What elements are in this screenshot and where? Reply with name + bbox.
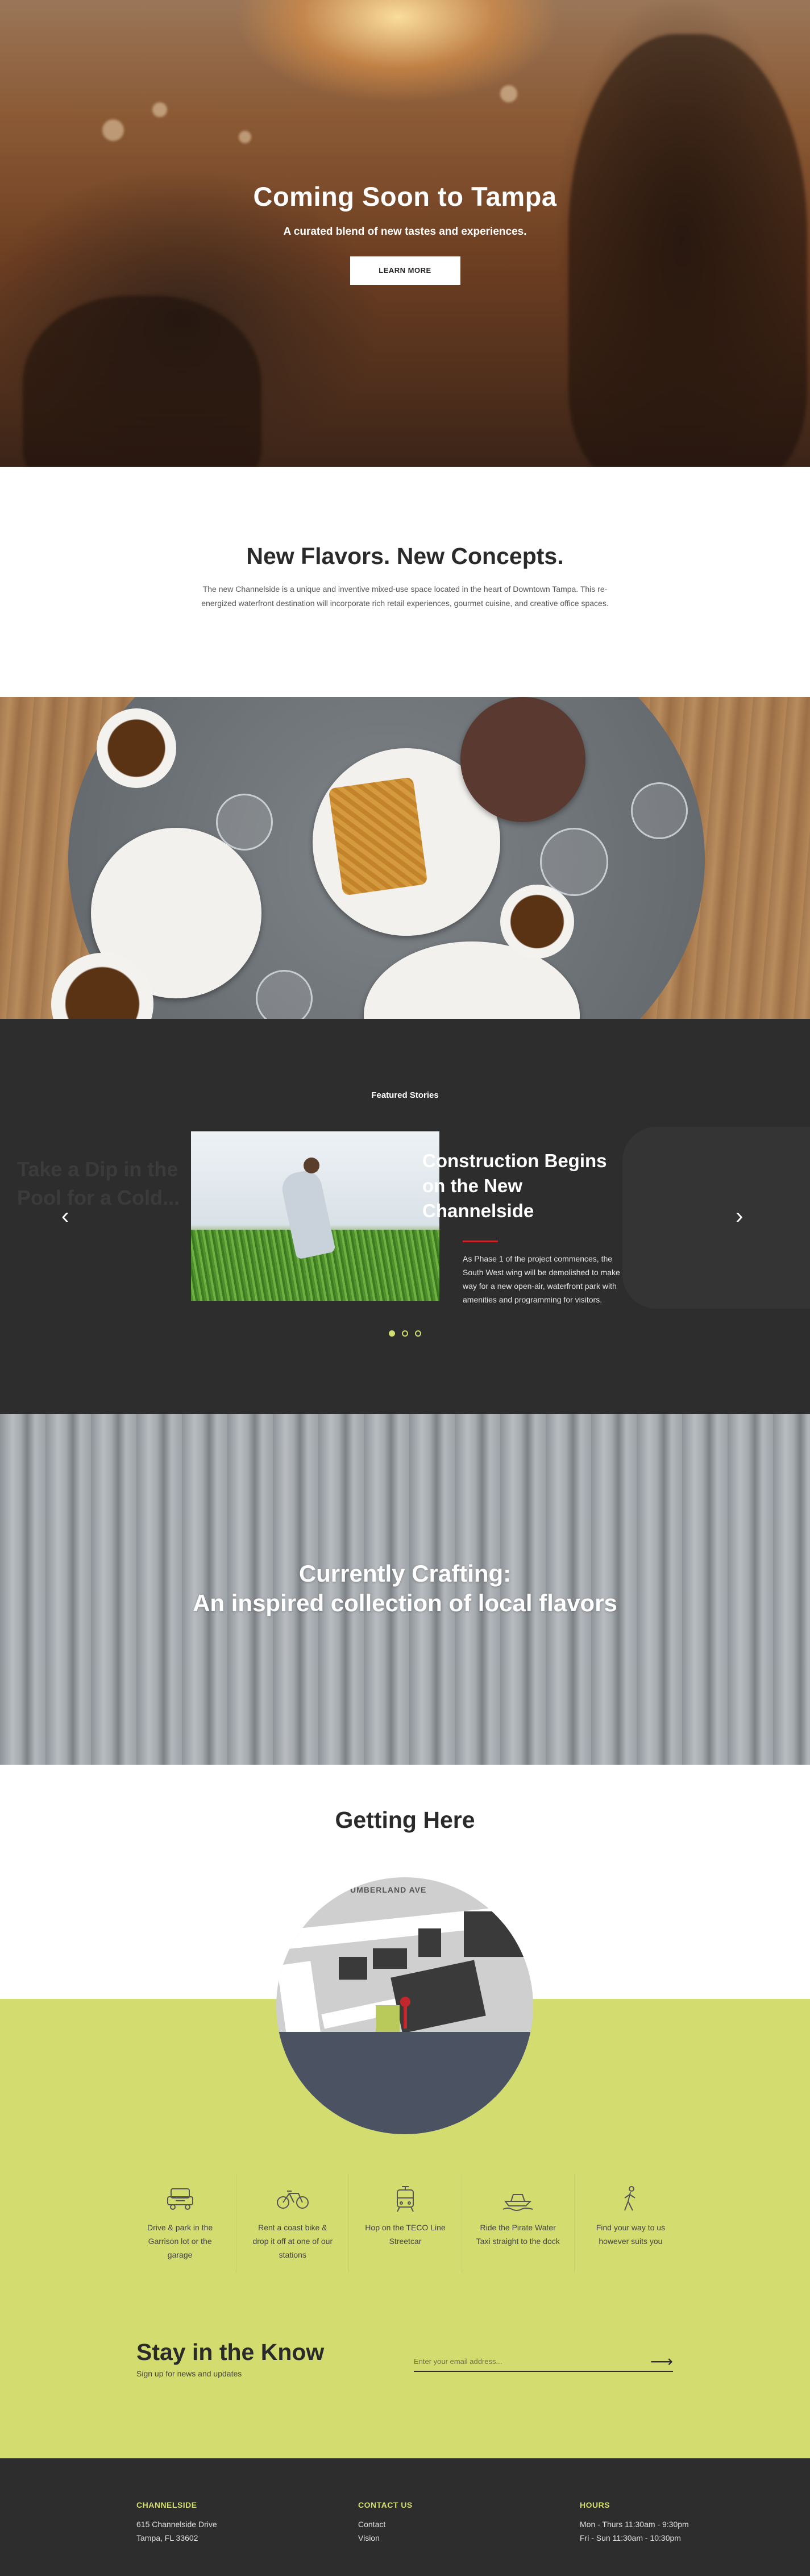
map-building	[418, 1928, 441, 1957]
glass-illustration	[216, 794, 273, 851]
getting-here-section: Getting Here UMBERLAND AVE CHANNELSIDE D…	[0, 1765, 810, 2458]
footer-hours-column: HOURS Mon - Thurs 11:30am - 9:30pm Fri -…	[580, 2500, 689, 2545]
footer-heading: CONTACT US	[358, 2500, 413, 2509]
bike-icon	[241, 2185, 344, 2213]
transport-item-streetcar: Hop on the TECO Line Streetcar	[348, 2174, 461, 2273]
waffle-illustration	[328, 777, 428, 896]
hero-crowd-silhouette	[23, 296, 261, 467]
transport-text: Hop on the TECO Line Streetcar	[365, 2223, 446, 2246]
transport-text: Find your way to us however suits you	[596, 2223, 666, 2246]
glass-illustration	[631, 782, 688, 839]
intro-title: New Flavors. New Concepts.	[246, 543, 564, 569]
hero-content: Coming Soon to Tampa A curated blend of …	[0, 181, 810, 285]
footer-hours-line: Mon - Thurs 11:30am - 9:30pm	[580, 2520, 689, 2529]
footer-hours-line: Fri - Sun 11:30am - 10:30pm	[580, 2533, 681, 2542]
footer-contact-column: CONTACT US Contact Vision	[358, 2500, 413, 2545]
transport-text: Drive & park in the Garrison lot or the …	[147, 2223, 213, 2259]
hero-bokeh	[239, 131, 251, 143]
intro-text: The new Channelside is a unique and inve…	[201, 584, 609, 608]
cup-illustration	[97, 708, 176, 788]
transport-item-car: Drive & park in the Garrison lot or the …	[124, 2174, 236, 2273]
transport-item-walk: Find your way to us however suits you	[574, 2174, 687, 2273]
location-map[interactable]: UMBERLAND AVE CHANNELSIDE DR	[276, 1877, 533, 2134]
footer-address-column: CHANNELSIDE 615 Channelside Drive Tampa,…	[136, 2500, 217, 2545]
featured-stories-section: Featured Stories Take a Dip in the Pool …	[0, 1019, 810, 1414]
chevron-right-icon[interactable]: ›	[736, 1202, 743, 1230]
plate-illustration	[460, 697, 585, 822]
footer-link-contact[interactable]: Contact	[358, 2517, 413, 2531]
email-field-wrapper: ⟶	[414, 2354, 673, 2372]
slider-dot[interactable]	[402, 1330, 408, 1337]
hero-title: Coming Soon to Tampa	[253, 181, 557, 211]
map-building	[464, 1911, 526, 1957]
story-divider	[463, 1241, 498, 1242]
water-taxi-icon	[467, 2185, 570, 2213]
newsletter: Stay in the Know Sign up for news and up…	[136, 2339, 676, 2384]
learn-more-button[interactable]: LEARN MORE	[350, 256, 460, 285]
cup-illustration	[500, 885, 574, 959]
transport-item-water-taxi: Ride the Pirate Water Taxi straight to t…	[461, 2174, 574, 2273]
map-building	[373, 1948, 407, 1969]
footer-address-line: 615 Channelside Drive	[136, 2520, 217, 2529]
map-street-label: UMBERLAND AVE	[350, 1885, 427, 1894]
slider-dot[interactable]	[415, 1330, 422, 1337]
footer-heading: CHANNELSIDE	[136, 2500, 197, 2509]
footer-link-vision[interactable]: Vision	[358, 2531, 413, 2545]
footer-address-line: Tampa, FL 33602	[136, 2533, 198, 2542]
hero-bokeh	[152, 102, 167, 117]
walking-icon	[579, 2185, 682, 2213]
footer: CHANNELSIDE 615 Channelside Drive Tampa,…	[0, 2458, 810, 2576]
hero-subtitle: A curated blend of new tastes and experi…	[283, 226, 527, 238]
featured-stories-heading: Featured Stories	[371, 1090, 439, 1100]
streetcar-icon	[354, 2185, 456, 2213]
currently-crafting-section: Currently Crafting: An inspired collecti…	[0, 1414, 810, 1765]
footer-heading: HOURS	[580, 2500, 610, 2509]
transport-item-bike: Rent a coast bike & drop it off at one o…	[236, 2174, 348, 2273]
map-park	[376, 2005, 400, 2032]
previous-story-title: Take a Dip in the Pool for a Cold...	[17, 1158, 180, 1209]
hero-bokeh	[500, 85, 517, 102]
intro-section: New Flavors. New Concepts. The new Chann…	[0, 467, 810, 697]
story-image[interactable]	[191, 1131, 439, 1301]
arrow-right-icon[interactable]: ⟶	[650, 2354, 673, 2370]
slider-dots	[0, 1329, 810, 1339]
transport-text: Ride the Pirate Water Taxi straight to t…	[476, 2223, 560, 2246]
map-water	[276, 2032, 533, 2134]
next-story-preview	[622, 1127, 810, 1309]
glass-illustration	[540, 828, 608, 896]
getting-here-title: Getting Here	[335, 1807, 475, 1833]
transport-options: Drive & park in the Garrison lot or the …	[124, 2174, 687, 2273]
map-pin-icon	[400, 1997, 410, 2007]
transport-text: Rent a coast bike & drop it off at one o…	[252, 2223, 333, 2259]
chevron-left-icon[interactable]: ‹	[61, 1202, 69, 1230]
map-building	[339, 1957, 367, 1980]
email-input[interactable]	[414, 2355, 641, 2366]
food-image	[0, 697, 810, 1019]
story-image-figure-head	[304, 1158, 319, 1173]
car-icon	[128, 2185, 231, 2213]
story-text: As Phase 1 of the project commences, the…	[463, 1254, 620, 1304]
story-title[interactable]: Construction Begins on the New Channelsi…	[422, 1148, 616, 1223]
crafting-line1: Currently Crafting:	[298, 1560, 512, 1587]
slider-dot[interactable]	[388, 1330, 395, 1337]
hero-section: Coming Soon to Tampa A curated blend of …	[0, 0, 810, 467]
crafting-line2: An inspired collection of local flavors	[193, 1590, 617, 1616]
crafting-title: Currently Crafting: An inspired collecti…	[0, 1559, 810, 1618]
hero-bokeh	[102, 119, 124, 141]
